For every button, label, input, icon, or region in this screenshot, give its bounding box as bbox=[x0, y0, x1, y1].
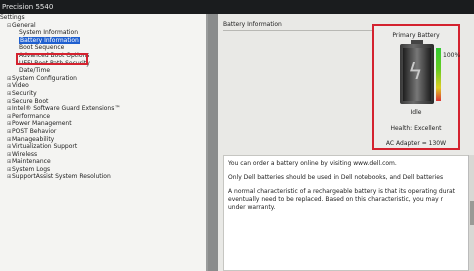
tree-item[interactable]: ⊞Manageability bbox=[0, 136, 206, 144]
tree-item-label: SupportAssist System Resolution bbox=[12, 173, 111, 181]
battery-info-text: You can order a battery online by visiti… bbox=[223, 155, 474, 271]
tree-item[interactable]: Battery Information bbox=[0, 36, 206, 45]
selection-highlight-box bbox=[16, 53, 88, 65]
tree-item[interactable]: ⊞Intel® Software Guard Extensions™ bbox=[0, 105, 206, 113]
tree-item-label: Wireless bbox=[12, 150, 38, 158]
tree-item[interactable]: Boot Sequence bbox=[0, 44, 206, 52]
tree-item-label: System Logs bbox=[12, 165, 51, 173]
tree-item-label: Power Management bbox=[12, 120, 72, 128]
tree-item-label: Video bbox=[12, 82, 29, 90]
tree-item[interactable]: Date/Time bbox=[0, 67, 206, 75]
tree-item-label: Manageability bbox=[12, 135, 55, 143]
section-divider bbox=[223, 30, 373, 31]
battery-health: Health: Excellent bbox=[390, 125, 442, 132]
tree-item[interactable]: ⊞System Configuration bbox=[0, 75, 206, 83]
window-title-bar: Precision 5540 bbox=[0, 0, 474, 14]
tree-item[interactable]: ⊞Wireless bbox=[0, 151, 206, 159]
tree-item-label: System Information bbox=[19, 29, 79, 37]
window-title: Precision 5540 bbox=[2, 3, 54, 11]
tree-item[interactable]: ⊞System Logs bbox=[0, 166, 206, 174]
tree-item[interactable]: ⊞Virtualization Support bbox=[0, 143, 206, 151]
tree-item-label: System Configuration bbox=[12, 74, 77, 82]
info-text-line: A normal characteristic of a rechargeabl… bbox=[228, 188, 455, 195]
tree-item-label: Security bbox=[12, 89, 37, 97]
tree-item-label: Virtualization Support bbox=[12, 143, 78, 151]
tree-item[interactable]: ⊞Performance bbox=[0, 113, 206, 121]
info-text-line: eventually need to be replaced. Based on… bbox=[228, 196, 443, 203]
tree-item-label: Secure Boot bbox=[12, 97, 49, 105]
tree-item[interactable]: ⊞Security bbox=[0, 90, 206, 98]
tree-item-label: Intel® Software Guard Extensions™ bbox=[12, 105, 121, 113]
settings-tree: Settings ⊟General System Information Batter… bbox=[0, 14, 206, 181]
tree-item[interactable]: ⊞Secure Boot bbox=[0, 98, 206, 106]
tree-item[interactable]: ⊞Maintenance bbox=[0, 158, 206, 166]
tree-item[interactable]: ⊞SupportAssist System Resolution bbox=[0, 173, 206, 181]
battery-title: Primary Battery bbox=[392, 32, 440, 39]
tree-item[interactable]: Settings bbox=[0, 14, 206, 22]
tree-item[interactable]: ⊞POST Behavior bbox=[0, 128, 206, 136]
tree-item-label: Boot Sequence bbox=[19, 44, 65, 52]
tree-item-label: Performance bbox=[12, 112, 51, 120]
info-text-line: under warranty. bbox=[228, 204, 276, 211]
tree-item-label: General bbox=[12, 21, 36, 29]
tree-item-label: Date/Time bbox=[19, 67, 51, 75]
settings-tree-panel: Settings ⊟General System Information Batter… bbox=[0, 14, 208, 271]
tree-item-label: Settings bbox=[0, 14, 25, 21]
tree-item-label-selected: Battery Information bbox=[19, 36, 80, 44]
info-text-line: Only Dell batteries should be used in De… bbox=[228, 174, 444, 181]
tree-item[interactable]: ⊞Video bbox=[0, 82, 206, 90]
section-title: Battery Information bbox=[223, 21, 282, 28]
main-panel: Battery Information Primary Battery ϟ 10… bbox=[218, 14, 474, 271]
battery-level-gauge bbox=[436, 48, 441, 101]
scrollbar-thumb[interactable] bbox=[470, 201, 474, 225]
info-scrollbar[interactable] bbox=[468, 155, 474, 271]
ac-adapter-rating: AC Adapter = 130W bbox=[385, 140, 447, 147]
battery-percent-label: 100% bbox=[443, 52, 461, 59]
tree-item[interactable]: System Information bbox=[0, 29, 206, 37]
battery-state: Idle bbox=[410, 109, 422, 116]
tree-item-label: Maintenance bbox=[12, 158, 51, 166]
tree-item-label: POST Behavior bbox=[12, 127, 57, 135]
battery-status-box: Primary Battery ϟ 100% Idle Health: Exce… bbox=[372, 24, 460, 150]
tree-item[interactable]: ⊞Power Management bbox=[0, 120, 206, 128]
info-text-line: You can order a battery online by visiti… bbox=[228, 160, 397, 167]
tree-item[interactable]: ⊟General bbox=[0, 22, 206, 30]
charging-bolt-icon: ϟ bbox=[408, 60, 423, 85]
